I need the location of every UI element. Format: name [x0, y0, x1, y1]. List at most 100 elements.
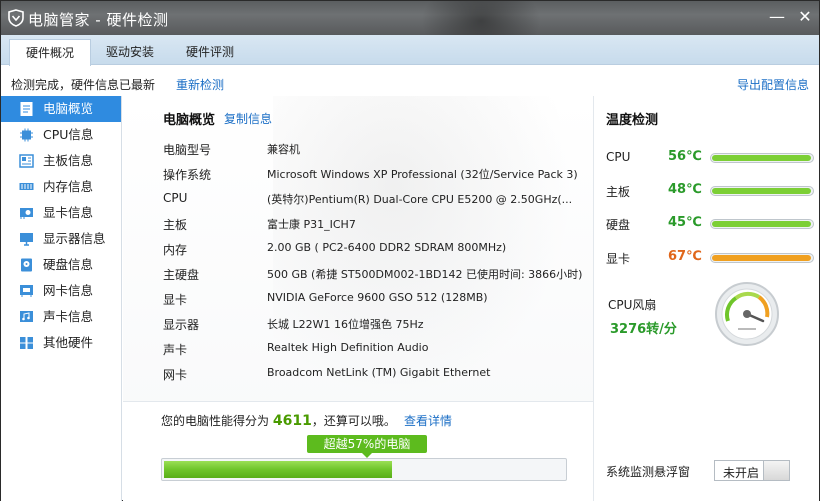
toggle-knob[interactable] [763, 461, 789, 480]
close-icon: ✕ [798, 7, 812, 26]
sidebar-item-label: 硬盘信息 [43, 257, 94, 272]
temp-row-motherboard: 主板 48℃ [606, 181, 816, 201]
status-text: 检测完成，硬件信息已最新 [11, 78, 156, 92]
score-suffix: ，还算可以哦。 [311, 414, 396, 428]
toggle-state-label: 未开启 [723, 466, 760, 480]
sidebar-item-label: 显示器信息 [43, 231, 106, 246]
sidebar: 电脑概览 CPU信息 主板信息 内存信息 显卡信息 显示器信息 硬盘信息 网卡信… [1, 96, 122, 501]
sidebar-item-label: 网卡信息 [43, 283, 94, 298]
overview-title: 电脑概览 [163, 113, 216, 128]
overview-panel: 电脑概览 复制信息 电脑型号 兼容机 操作系统 Microsoft Window… [123, 96, 593, 501]
score-text: 您的电脑性能得分为 4611，还算可以哦。 [161, 412, 396, 429]
info-key: 内存 [163, 243, 188, 257]
info-value: NVIDIA GeForce 9600 GSO 512 (128MB) [267, 291, 488, 304]
close-button[interactable]: ✕ [793, 6, 817, 28]
info-key: 操作系统 [163, 168, 212, 182]
sound-card-icon [20, 311, 33, 322]
temp-bar-fill [712, 188, 811, 194]
info-key: 电脑型号 [163, 143, 212, 157]
info-key: 网卡 [163, 368, 188, 382]
sidebar-item-network-card[interactable]: 网卡信息 [1, 278, 121, 304]
fan-speed-value: 3276转/分 [610, 322, 677, 337]
info-value: 500 GB (希捷 ST500DM002-1BD142 已使用时间: 3866… [267, 268, 583, 281]
info-key: 声卡 [163, 343, 188, 357]
minimize-button[interactable]: — [765, 6, 789, 28]
temp-value: 48℃ [668, 182, 702, 197]
temp-value: 56℃ [668, 149, 702, 164]
temp-bar [710, 186, 814, 196]
copy-info-link[interactable]: 复制信息 [224, 110, 272, 127]
info-key: 主硬盘 [163, 268, 200, 282]
tab-hardware-overview[interactable]: 硬件概况 [9, 39, 91, 66]
sidebar-item-overview[interactable]: 电脑概览 [1, 96, 121, 122]
export-config-link[interactable]: 导出配置信息 [737, 76, 809, 93]
sidebar-item-label: 其他硬件 [43, 335, 94, 350]
info-value: Realtek High Definition Audio [267, 341, 429, 354]
performance-score-area: 您的电脑性能得分为 4611，还算可以哦。 查看详情 超越57%的电脑 [123, 401, 593, 501]
sidebar-item-label: 显卡信息 [43, 205, 94, 220]
info-key: 主板 [163, 218, 188, 232]
fan-label: CPU风扇 [608, 298, 657, 312]
sidebar-item-other-hardware[interactable]: 其他硬件 [1, 330, 121, 356]
score-prefix: 您的电脑性能得分为 [161, 414, 270, 428]
graphics-card-icon [20, 208, 33, 219]
sidebar-item-cpu[interactable]: CPU信息 [1, 122, 121, 148]
minimize-icon: — [769, 7, 785, 26]
title-background-art [421, 1, 541, 35]
info-value: 兼容机 [267, 143, 300, 156]
temperature-title: 温度检测 [606, 113, 659, 128]
info-value: Broadcom NetLink (TM) Gigabit Ethernet [267, 366, 491, 379]
temp-bar [710, 219, 814, 229]
app-window: 电脑管家 - 硬件检测 — ✕ 硬件概况 驱动安装 硬件评测 检测完成，硬件信息… [0, 0, 820, 501]
status-row: 检测完成，硬件信息已最新 重新检测 导出配置信息 [1, 66, 819, 96]
network-card-icon [20, 285, 33, 297]
sidebar-item-motherboard[interactable]: 主板信息 [1, 148, 121, 174]
temp-bar-fill [712, 155, 811, 161]
window-title: 电脑管家 - 硬件检测 [28, 11, 169, 29]
title-bar[interactable]: 电脑管家 - 硬件检测 — ✕ [1, 1, 819, 35]
temp-bar-fill [712, 255, 811, 261]
sidebar-item-memory[interactable]: 内存信息 [1, 174, 121, 200]
sidebar-item-monitor[interactable]: 显示器信息 [1, 226, 121, 252]
temp-label: CPU [606, 150, 631, 164]
sidebar-item-label: CPU信息 [43, 127, 94, 142]
sidebar-item-label: 声卡信息 [43, 309, 94, 324]
fan-gauge-icon [715, 282, 779, 346]
info-value: 富士康 P31_ICH7 [267, 218, 356, 231]
temp-value: 67℃ [668, 249, 702, 264]
temp-label: 主板 [606, 185, 631, 199]
performance-progress-fill [164, 461, 392, 478]
view-details-link[interactable]: 查看详情 [404, 412, 452, 429]
cpu-icon [20, 128, 33, 142]
temp-value: 45℃ [668, 215, 702, 230]
info-value: (英特尔)Pentium(R) Dual-Core CPU E5200 @ 2.… [267, 193, 573, 206]
tab-bar: 硬件概况 驱动安装 硬件评测 [1, 35, 819, 66]
monitor-icon [20, 233, 33, 246]
float-window-toggle[interactable]: 未开启 [714, 460, 790, 481]
tab-hardware-benchmark[interactable]: 硬件评测 [169, 39, 251, 65]
other-hardware-icon [20, 337, 33, 349]
overview-icon [20, 102, 33, 116]
motherboard-icon [19, 154, 34, 168]
sidebar-item-label: 电脑概览 [43, 101, 94, 116]
temp-bar-fill [712, 221, 811, 227]
temp-row-cpu: CPU 56℃ [606, 148, 816, 168]
redetect-link[interactable]: 重新检测 [176, 76, 224, 93]
sidebar-item-graphics-card[interactable]: 显卡信息 [1, 200, 121, 226]
info-key: 显卡 [163, 293, 188, 307]
temp-label: 显卡 [606, 252, 631, 266]
sidebar-item-hard-disk[interactable]: 硬盘信息 [1, 252, 121, 278]
hard-disk-icon [21, 258, 32, 272]
shield-logo-icon [8, 9, 24, 27]
sidebar-item-sound-card[interactable]: 声卡信息 [1, 304, 121, 330]
info-key: CPU [163, 191, 188, 205]
memory-icon [19, 183, 34, 190]
float-window-label: 系统监测悬浮窗 [606, 465, 691, 479]
temp-label: 硬盘 [606, 218, 631, 232]
temp-bar [710, 253, 814, 263]
score-value: 4611 [272, 413, 312, 429]
info-value: Microsoft Windows XP Professional (32位/S… [267, 168, 578, 181]
temperature-panel: 温度检测 CPU 56℃ 主板 48℃ 硬盘 45℃ 显卡 67℃ CPU风扇 … [593, 96, 819, 501]
tab-driver-install[interactable]: 驱动安装 [89, 39, 171, 65]
info-key: 显示器 [163, 318, 200, 332]
